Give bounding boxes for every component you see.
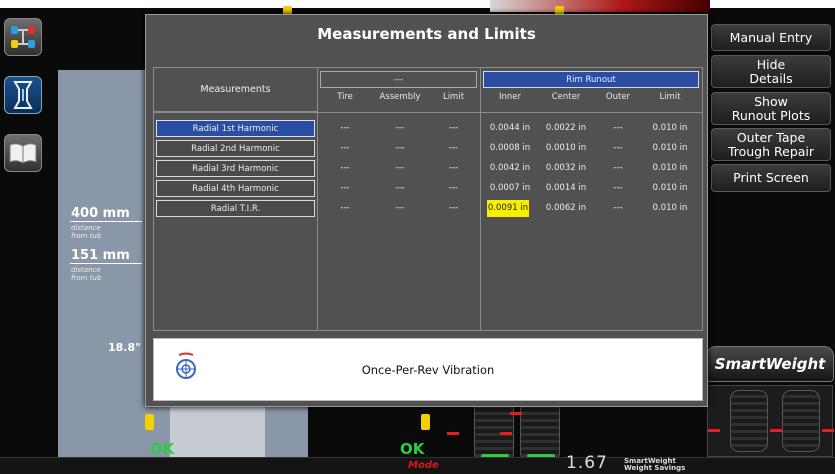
car-wheels-icon	[11, 26, 35, 48]
smartweight-panel	[707, 385, 834, 457]
distance-caption-outer: distance from tub	[71, 224, 102, 240]
red-marker	[708, 429, 720, 432]
cell-assembly: ---	[395, 203, 405, 213]
cell-center: 0.0014 in	[545, 183, 587, 193]
red-marker	[447, 432, 459, 435]
rim-runout-group-header: Rim Runout	[483, 71, 699, 88]
red-marker	[770, 429, 782, 432]
measurement-row-button[interactable]: Radial 4th Harmonic	[156, 180, 315, 197]
vibration-panel: Once-Per-Rev Vibration	[153, 338, 703, 401]
smartweight-caption: SmartWeight Weight Savings	[624, 458, 685, 472]
cell-center: 0.0032 in	[545, 163, 587, 173]
column-divider	[480, 68, 481, 330]
distance-line-inner	[70, 263, 142, 264]
help-manual-button[interactable]	[4, 134, 42, 172]
column-header-tire: Tire	[337, 92, 353, 102]
cell-inner: 0.0044 in	[489, 123, 531, 133]
header-divider	[154, 112, 702, 113]
mode-label: Mode	[408, 460, 439, 471]
wheel-profile-icon	[13, 81, 33, 109]
manual-entry-button[interactable]: Manual Entry	[711, 24, 831, 51]
cell-rim-limit: 0.010 in	[652, 123, 688, 133]
tire-graphic-rear	[520, 398, 560, 462]
tire-graphic-smartweight-right	[782, 390, 820, 452]
vehicle-graphic	[490, 0, 710, 12]
measurements-table: Measurements --- Rim Runout Tire Assembl…	[153, 67, 703, 331]
distance-value-inner: 151 mm	[71, 248, 130, 263]
smartweight-value: 1.67	[566, 453, 608, 473]
tire-graphic-front	[474, 398, 514, 462]
cell-rim-limit: 0.010 in	[652, 183, 688, 193]
cell-outer: ---	[613, 203, 623, 213]
distance-caption-inner: distance from tub	[71, 266, 102, 282]
cell-inner: 0.0008 in	[489, 143, 531, 153]
weight-marker-right	[421, 414, 430, 430]
ok-status-left: OK	[150, 440, 175, 458]
cell-inner: 0.0007 in	[489, 183, 531, 193]
book-icon	[9, 143, 37, 164]
cell-limit: ---	[448, 183, 459, 193]
cell-assembly: ---	[395, 143, 405, 153]
cell-rim-limit: 0.010 in	[652, 143, 688, 153]
hide-details-button[interactable]: Hide Details	[711, 55, 831, 88]
tire-graphic-smartweight-left	[730, 390, 768, 452]
cell-center: 0.0010 in	[545, 143, 587, 153]
weight-marker-left	[145, 414, 154, 430]
tire-assembly-group-header: ---	[320, 71, 477, 88]
ok-status-right: OK	[400, 440, 425, 458]
cell-limit: ---	[448, 143, 459, 153]
cell-center: 0.0062 in	[545, 203, 587, 213]
cell-limit: ---	[448, 123, 459, 133]
measurement-row-button[interactable]: Radial 1st Harmonic	[156, 120, 315, 137]
column-header-limit: Limit	[442, 92, 465, 102]
measurements-header: Measurements	[154, 68, 317, 112]
dialog-title: Measurements and Limits	[317, 25, 536, 43]
cell-assembly: ---	[395, 163, 405, 173]
column-header-outer: Outer	[605, 92, 631, 102]
print-screen-button[interactable]: Print Screen	[711, 164, 831, 192]
cell-limit: ---	[448, 203, 459, 213]
cell-assembly: ---	[395, 183, 405, 193]
measurements-dialog: Measurements and Limits Measurements ---…	[145, 14, 708, 407]
cell-limit: ---	[448, 163, 459, 173]
show-runout-plots-button[interactable]: Show Runout Plots	[711, 92, 831, 125]
cell-tire: ---	[340, 183, 350, 193]
distance-line-outer	[70, 221, 142, 222]
distance-value-outer: 400 mm	[71, 206, 130, 221]
column-header-assembly: Assembly	[379, 92, 421, 102]
vehicle-alignment-button[interactable]	[4, 18, 42, 56]
cell-outer: ---	[613, 143, 623, 153]
cell-center: 0.0022 in	[545, 123, 587, 133]
column-divider	[317, 68, 318, 330]
cell-inner: 0.0091 in	[487, 200, 529, 217]
measurement-row-button[interactable]: Radial T.I.R.	[156, 200, 315, 217]
smartweight-caption-line2: Weight Savings	[624, 464, 686, 472]
cell-tire: ---	[340, 163, 350, 173]
cell-outer: ---	[613, 163, 623, 173]
cell-tire: ---	[340, 203, 350, 213]
cell-tire: ---	[340, 143, 350, 153]
measurement-row-button[interactable]: Radial 2nd Harmonic	[156, 140, 315, 157]
cell-outer: ---	[613, 123, 623, 133]
measurement-row-button[interactable]: Radial 3rd Harmonic	[156, 160, 315, 177]
vibration-label: Once-Per-Rev Vibration	[361, 362, 495, 377]
wheel-profile-button[interactable]	[4, 76, 42, 114]
column-header-inner: Inner	[498, 92, 521, 102]
outer-tape-trough-repair-button[interactable]: Outer Tape Trough Repair	[711, 128, 831, 161]
cell-inner: 0.0042 in	[489, 163, 531, 173]
cell-assembly: ---	[395, 123, 405, 133]
cell-outer: ---	[613, 183, 623, 193]
cell-rim-limit: 0.010 in	[652, 163, 688, 173]
red-marker	[500, 432, 512, 435]
cell-rim-limit: 0.010 in	[652, 203, 688, 213]
cell-tire: ---	[340, 123, 350, 133]
column-header-center: Center	[551, 92, 581, 102]
red-marker	[822, 429, 834, 432]
rim-dimension: 18.8"	[108, 341, 141, 354]
column-header-rim-limit: Limit	[659, 92, 681, 102]
red-marker	[510, 412, 522, 415]
smartweight-logo[interactable]: SmartWeight	[706, 346, 834, 382]
